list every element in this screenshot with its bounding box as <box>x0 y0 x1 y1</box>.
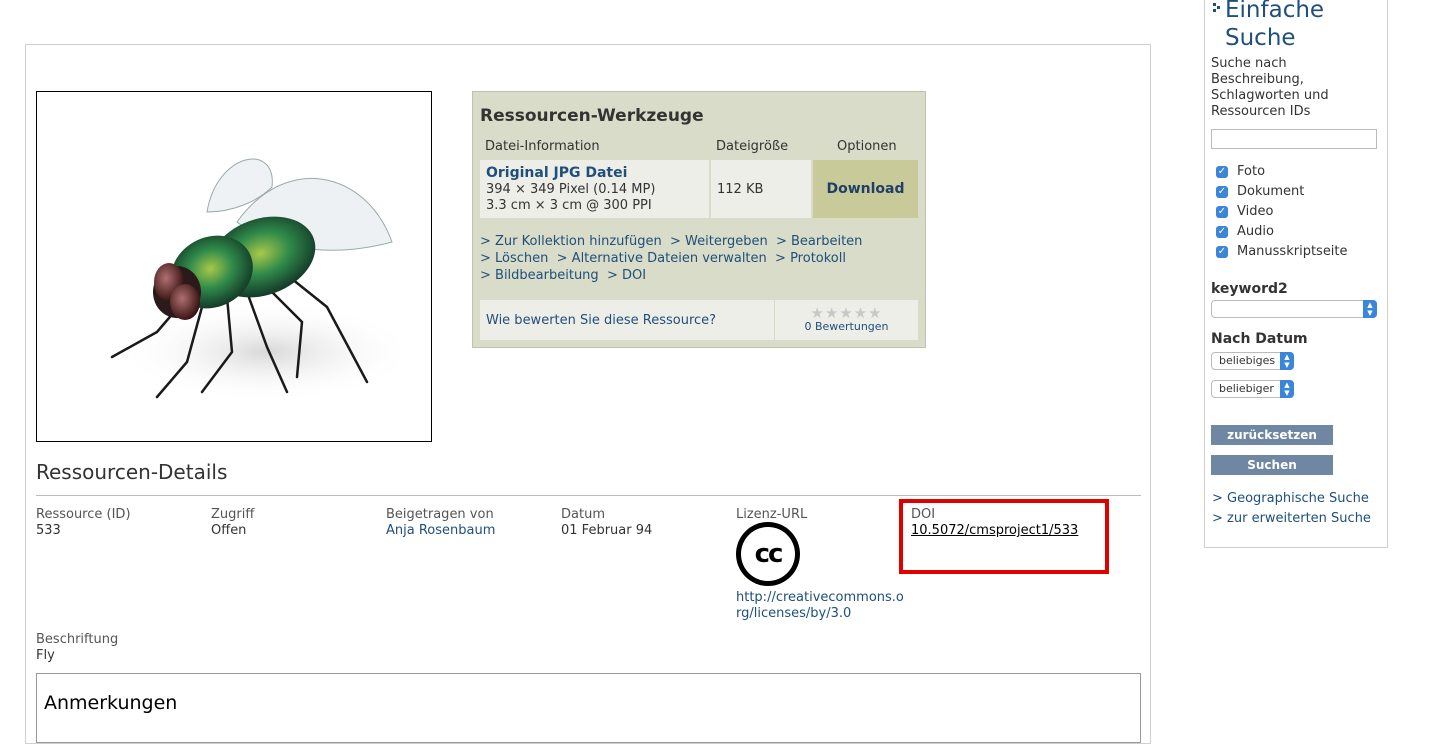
filter-foto[interactable]: ✓ Foto <box>1216 164 1265 179</box>
details-title: Ressourcen-Details <box>36 460 228 484</box>
delete-link[interactable]: > Löschen <box>480 251 548 266</box>
date-from-value: beliebiges <box>1219 354 1276 367</box>
simple-search-title-line1: Einfache <box>1225 0 1325 23</box>
file-size-header: Dateigröße <box>716 139 789 154</box>
cc-logo-text: cc <box>741 527 795 581</box>
add-to-collection-link[interactable]: > Zur Kollektion hinzufügen <box>480 234 662 249</box>
date-from-select[interactable]: beliebiges ▲ ▼ <box>1211 352 1294 370</box>
filter-foto-label: Foto <box>1237 164 1266 179</box>
search-input[interactable] <box>1211 129 1377 149</box>
simple-search-title-line2: Suche <box>1225 25 1296 51</box>
filter-dokument-label: Dokument <box>1237 184 1305 199</box>
resource-id-label: Ressource (ID) <box>36 507 131 522</box>
select-arrows-icon: ▲ ▼ <box>1363 300 1377 318</box>
alternative-files-link[interactable]: > Alternative Dateien verwalten <box>557 251 767 266</box>
license-url-link[interactable]: http://creativecommons.org/licenses/by/3… <box>736 590 906 622</box>
date-label: Datum <box>561 507 605 522</box>
checkbox-checked-icon[interactable]: ✓ <box>1216 245 1228 258</box>
search-bullet-icon <box>1213 3 1220 12</box>
date-to-select[interactable]: beliebiger ▲ ▼ <box>1211 380 1294 398</box>
file-size: 112 KB <box>717 182 764 197</box>
rating-box: ★★★★★ 0 Bewertungen <box>775 300 918 340</box>
filter-video-label: Video <box>1237 204 1274 219</box>
options-header: Optionen <box>837 139 897 154</box>
checkbox-checked-icon[interactable]: ✓ <box>1216 205 1228 218</box>
rating-question-box: Wie bewerten Sie diese Ressource? <box>480 300 774 340</box>
download-button[interactable]: Download <box>813 160 918 218</box>
checkbox-checked-icon[interactable]: ✓ <box>1216 225 1228 238</box>
file-print-size: 3.3 cm × 3 cm @ 300 PPI <box>486 198 652 213</box>
caption-label: Beschriftung <box>36 632 119 647</box>
doi-link[interactable]: > DOI <box>607 268 646 283</box>
fly-image <box>110 158 417 402</box>
filter-video[interactable]: ✓ Video <box>1216 204 1273 219</box>
preview-image[interactable] <box>36 91 432 442</box>
simple-search-sidebar: Einfache Suche Suche nach Beschreibung, … <box>1204 0 1388 548</box>
select-arrows-icon: ▲ ▼ <box>1280 352 1294 370</box>
date-filter-label: Nach Datum <box>1211 331 1308 347</box>
image-editing-link[interactable]: > Bildbearbeitung <box>480 268 599 283</box>
resource-id-value: 533 <box>36 523 61 538</box>
rating-count: 0 Bewertungen <box>804 320 889 333</box>
search-description: Suche nach Beschreibung, Schlagworten un… <box>1211 56 1329 119</box>
advanced-search-link[interactable]: > zur erweiterten Suche <box>1212 511 1371 526</box>
tool-links: > Zur Kollektion hinzufügen > Weitergebe… <box>480 233 862 284</box>
keyword-select[interactable]: ▲ ▼ <box>1211 300 1377 318</box>
date-value: 01 Februar 94 <box>561 523 653 538</box>
doi-value-link[interactable]: 10.5072/cmsproject1/533 <box>911 523 1081 539</box>
reset-button[interactable]: zurücksetzen <box>1211 425 1333 445</box>
rating-question: Wie bewerten Sie diese Ressource? <box>486 313 717 328</box>
filter-manuscript[interactable]: ✓ Manusskriptseite <box>1216 244 1348 259</box>
simple-search-title: Einfache Suche <box>1225 0 1324 52</box>
resource-tools-panel: Ressourcen-Werkzeuge Datei-Information D… <box>472 91 926 348</box>
filter-dokument[interactable]: ✓ Dokument <box>1216 184 1304 199</box>
doi-label: DOI <box>911 507 936 522</box>
notes-box: Anmerkungen <box>36 673 1141 743</box>
filter-audio[interactable]: ✓ Audio <box>1216 224 1274 239</box>
file-name: Original JPG Datei <box>486 165 628 181</box>
share-link[interactable]: > Weitergeben <box>670 234 768 249</box>
date-to-value: beliebiger <box>1219 382 1274 395</box>
keyword-label: keyword2 <box>1211 281 1288 297</box>
caption-value: Fly <box>36 648 55 663</box>
filter-manuscript-label: Manusskriptseite <box>1237 244 1348 259</box>
access-label: Zugriff <box>211 507 255 522</box>
details-divider <box>36 495 1141 496</box>
license-label: Lizenz-URL <box>736 507 808 522</box>
search-button[interactable]: Suchen <box>1211 455 1333 475</box>
access-value: Offen <box>211 523 247 538</box>
checkbox-checked-icon[interactable]: ✓ <box>1216 165 1228 178</box>
geographic-search-link[interactable]: > Geographische Suche <box>1212 491 1369 506</box>
select-arrows-icon: ▲ ▼ <box>1280 380 1294 398</box>
log-link[interactable]: > Protokoll <box>775 251 846 266</box>
tools-title: Ressourcen-Werkzeuge <box>480 106 704 126</box>
contributor-label: Beigetragen von <box>386 507 494 522</box>
filter-audio-label: Audio <box>1237 224 1274 239</box>
file-pixels: 394 × 349 Pixel (0.14 MP) <box>486 182 656 197</box>
notes-title: Anmerkungen <box>44 692 178 714</box>
file-dimensions: 394 × 349 Pixel (0.14 MP) 3.3 cm × 3 cm … <box>486 182 655 213</box>
contributor-link[interactable]: Anja Rosenbaum <box>386 523 495 538</box>
checkbox-checked-icon[interactable]: ✓ <box>1216 185 1228 198</box>
file-info-header: Datei-Information <box>485 139 600 154</box>
creative-commons-icon[interactable]: cc <box>736 522 800 586</box>
edit-link[interactable]: > Bearbeiten <box>776 234 862 249</box>
